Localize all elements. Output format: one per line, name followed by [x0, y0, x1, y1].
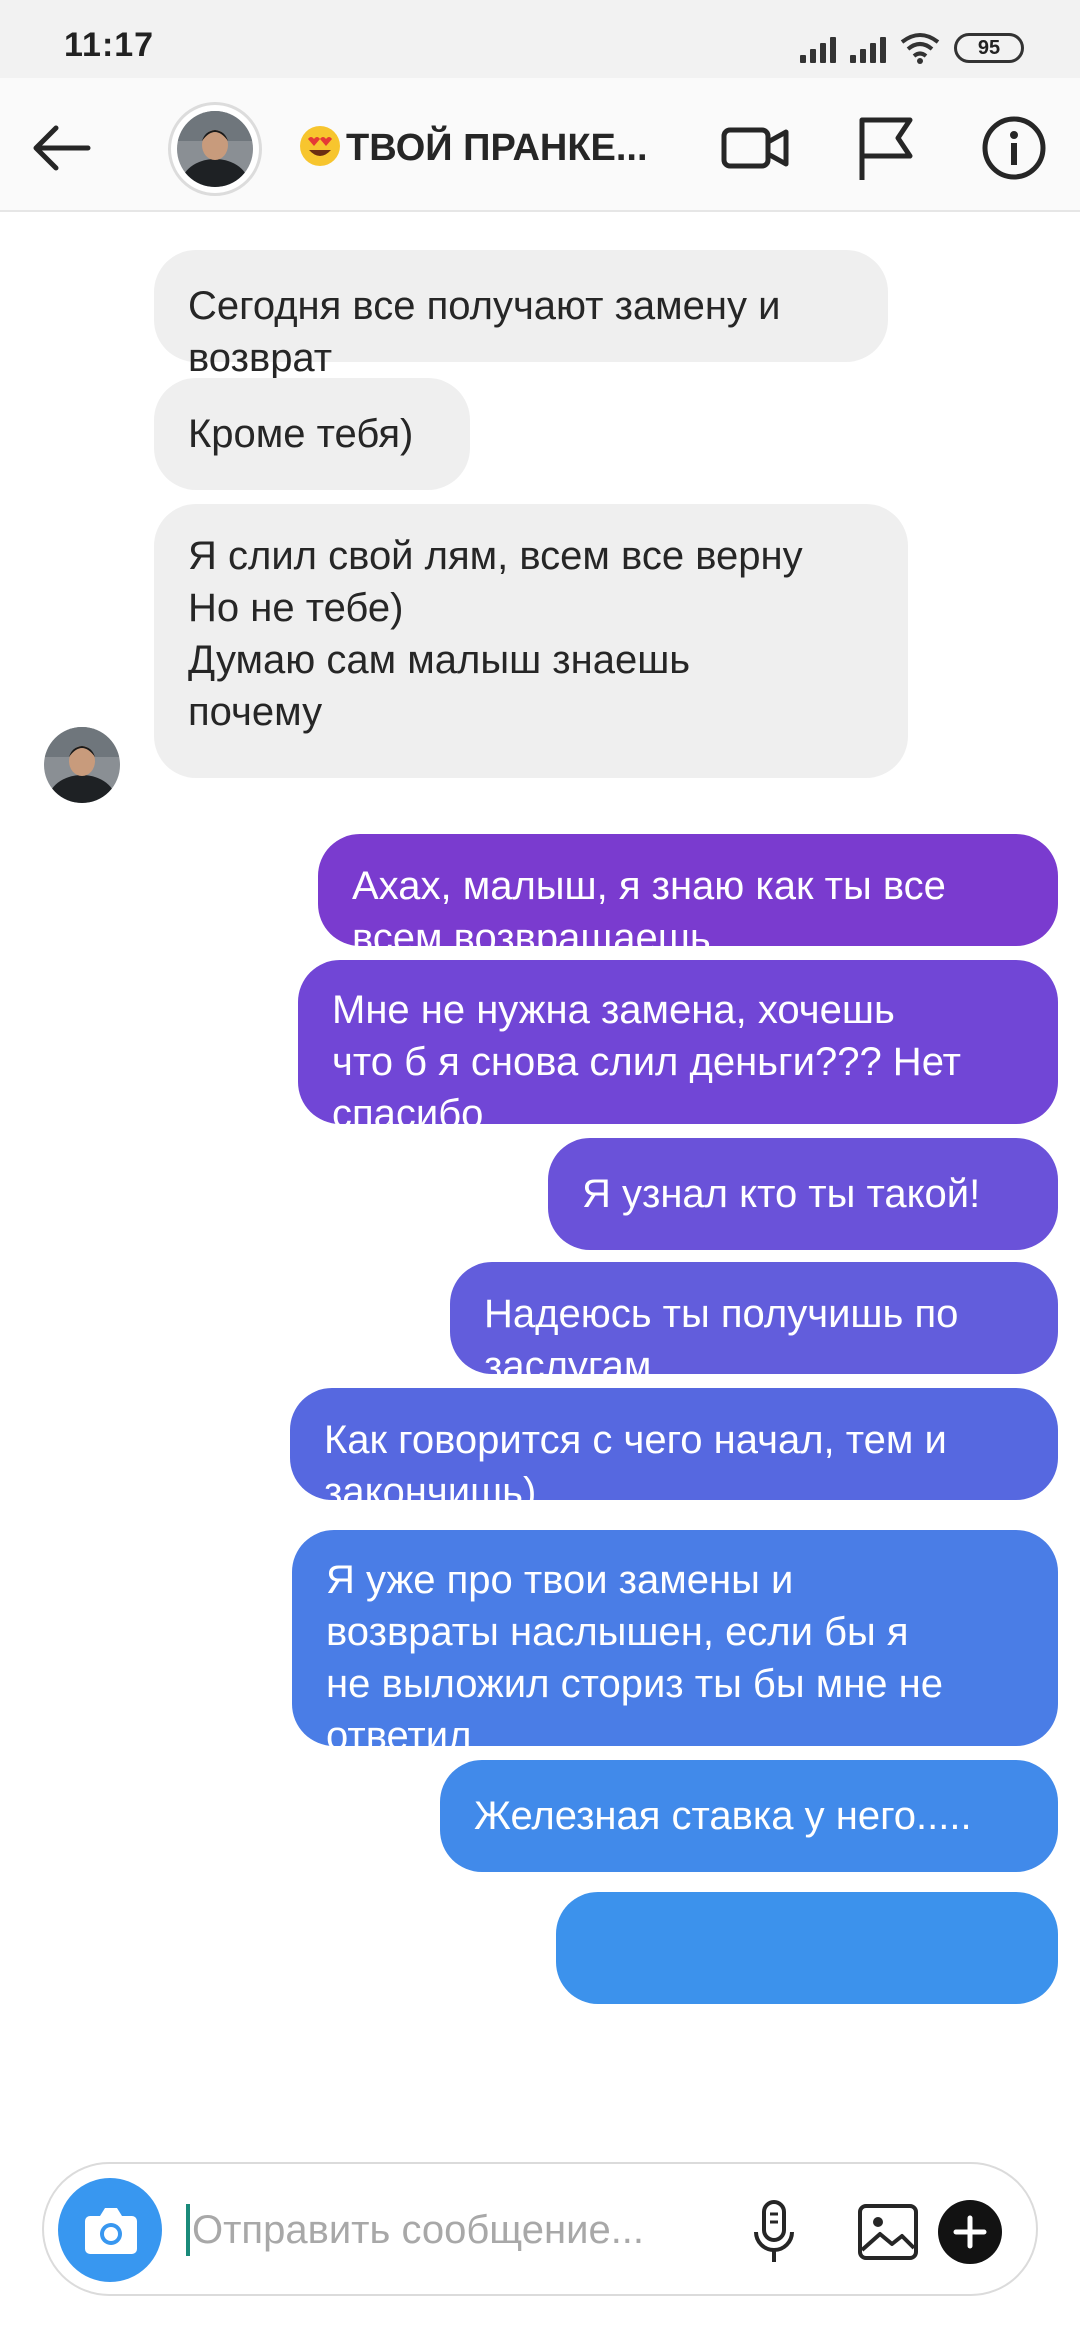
info-icon[interactable]: [974, 108, 1054, 188]
message-bubble-outgoing[interactable]: Мне не нужна замена, хочешь что б я снов…: [298, 960, 1058, 1136]
chat-title-text: ТВОЙ ПРАНКЕ...: [346, 127, 648, 169]
text-cursor: [186, 2204, 190, 2256]
camera-icon: [85, 2208, 137, 2254]
message-bubble-outgoing[interactable]: Железная ставка у него.....: [440, 1760, 1058, 1872]
status-icons: 95: [800, 30, 1024, 66]
flag-icon[interactable]: [846, 108, 926, 188]
add-icon[interactable]: [930, 2192, 1010, 2272]
battery-icon: 95: [954, 33, 1024, 63]
signal-icon: [800, 33, 836, 63]
microphone-icon[interactable]: [734, 2192, 814, 2272]
chat-title[interactable]: ТВОЙ ПРАНКЕ...: [298, 124, 658, 170]
message-bubble-outgoing[interactable]: Надеюсь ты получишь по заслугам: [450, 1262, 1058, 1388]
message-bubble-incoming[interactable]: Кроме тебя): [154, 378, 470, 490]
message-bubble-incoming[interactable]: Сегодня все получают замену и возврат: [154, 250, 888, 380]
message-bubble-incoming[interactable]: Я слил свой лям, всем все верну Но не те…: [154, 504, 908, 778]
wifi-icon: [900, 33, 940, 64]
back-arrow-icon[interactable]: [24, 108, 104, 188]
camera-button[interactable]: [58, 2178, 162, 2282]
message-bubble-outgoing[interactable]: [556, 1892, 1058, 2004]
avatar[interactable]: [168, 102, 262, 196]
message-list[interactable]: Сегодня все получают замену и возврат Кр…: [0, 212, 1080, 2138]
message-bubble-outgoing[interactable]: Как говорится с чего начал, тем и законч…: [290, 1388, 1058, 1514]
avatar[interactable]: [44, 727, 120, 803]
message-bubble-outgoing[interactable]: Я узнал кто ты такой!: [548, 1138, 1058, 1250]
message-input[interactable]: [192, 2200, 732, 2260]
video-call-icon[interactable]: [716, 108, 796, 188]
chat-header: ТВОЙ ПРАНКЕ...: [0, 78, 1080, 212]
signal-icon: [850, 33, 886, 63]
message-bubble-outgoing[interactable]: Ахах, малыш, я знаю как ты все всем возв…: [318, 834, 1058, 960]
message-composer: [42, 2162, 1038, 2296]
status-bar: 11:17 95: [0, 0, 1080, 78]
heart-eyes-emoji-icon: [300, 126, 340, 166]
status-time: 11:17: [64, 26, 155, 64]
message-bubble-outgoing[interactable]: Я уже про твои замены и возвраты наслыше…: [292, 1530, 1058, 1758]
gallery-icon[interactable]: [848, 2192, 928, 2272]
